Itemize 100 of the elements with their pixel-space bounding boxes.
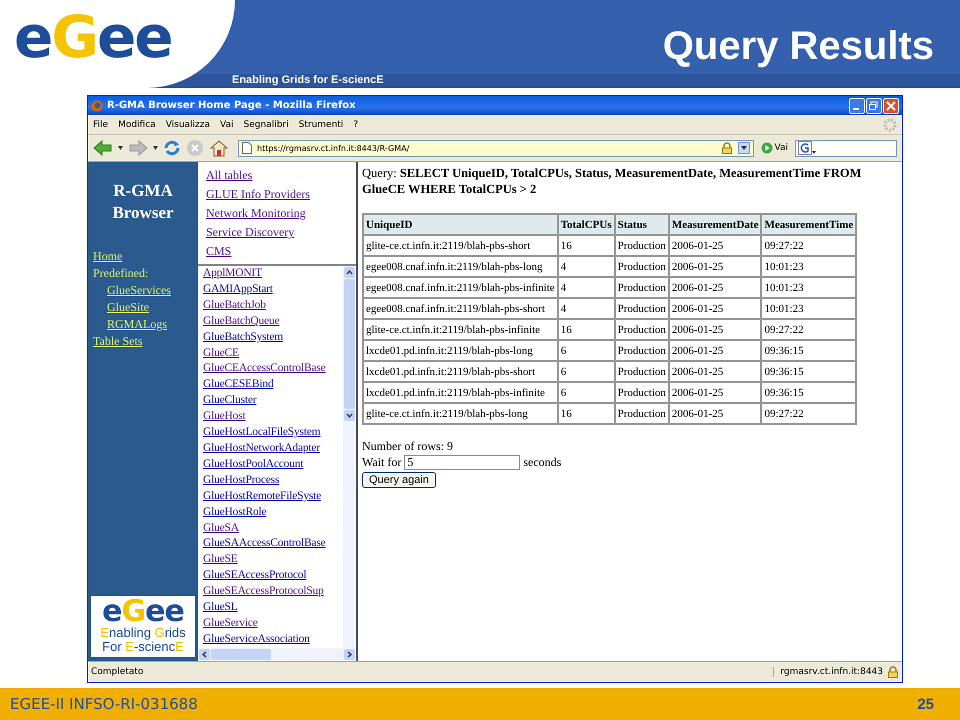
table-cell: 4 bbox=[558, 277, 615, 298]
back-arrow-icon[interactable] bbox=[93, 139, 113, 157]
table-cell: 2006-01-25 bbox=[668, 277, 762, 298]
table-link[interactable]: GlueSL bbox=[203, 600, 343, 616]
nav-link[interactable]: Home bbox=[93, 248, 198, 265]
category-link[interactable]: Network Monitoring bbox=[206, 204, 356, 223]
table-link[interactable]: GlueServiceAssociation bbox=[203, 632, 343, 648]
table-link[interactable]: GlueCESEBind bbox=[203, 377, 343, 394]
table-link[interactable]: GlueHostProcess bbox=[203, 472, 343, 489]
column-header: MeasurementTime bbox=[761, 214, 856, 235]
menu-item[interactable]: ? bbox=[353, 120, 358, 130]
query-again-button[interactable]: Query again bbox=[362, 472, 436, 488]
table-cell: 2006-01-25 bbox=[668, 361, 762, 382]
dropdown-arrow-icon[interactable] bbox=[118, 146, 123, 150]
table-cell: 09:36:15 bbox=[761, 382, 856, 403]
table-cell: lxcde01.pd.infn.it:2119/blah-pbs-infinite bbox=[363, 382, 558, 403]
table-link[interactable]: ApplMONIT bbox=[203, 266, 343, 282]
vertical-scrollbar[interactable] bbox=[343, 266, 356, 648]
table-link[interactable]: GlueSA bbox=[203, 520, 343, 536]
table-cell: 2006-01-25 bbox=[668, 340, 762, 361]
sidebar-heading: R-GMA Browser bbox=[111, 180, 175, 224]
scroll-right-icon bbox=[344, 649, 355, 660]
url-text: https://rgmasrv.ct.infn.it:8443/R-GMA/ bbox=[257, 144, 410, 152]
column-header: Status bbox=[614, 214, 669, 235]
menu-item[interactable]: Modifica bbox=[118, 120, 156, 130]
page-icon bbox=[242, 142, 252, 154]
menu-item[interactable]: File bbox=[93, 120, 108, 130]
table-cell: 6 bbox=[558, 340, 615, 361]
column-header: TotalCPUs bbox=[558, 214, 615, 235]
go-button[interactable]: Vai bbox=[758, 142, 790, 154]
status-text: Completato bbox=[91, 667, 144, 677]
logo-caption: For E-sciencE bbox=[101, 640, 185, 654]
table-link[interactable]: GlueSEAccessProtocol bbox=[203, 568, 343, 584]
table-cell: 10:01:23 bbox=[761, 298, 856, 319]
table-link[interactable]: GlueService bbox=[203, 616, 343, 632]
table-link[interactable]: GlueCEAccessControlBase bbox=[203, 361, 343, 378]
home-icon[interactable] bbox=[209, 139, 229, 157]
logo-text: eGee bbox=[14, 8, 172, 66]
menu-item[interactable]: Segnalibri bbox=[244, 120, 289, 130]
table-cell: 09:27:22 bbox=[761, 403, 856, 424]
table-cell: egee008.cnaf.infn.it:2119/blah-pbs-infinite bbox=[363, 277, 558, 298]
category-link[interactable]: GLUE Info Providers bbox=[206, 185, 356, 204]
table-link[interactable]: GlueHost bbox=[203, 409, 343, 426]
table-cell: 09:36:15 bbox=[761, 340, 856, 361]
menu-item[interactable]: Visualizza bbox=[166, 120, 210, 130]
address-bar[interactable]: https://rgmasrv.ct.infn.it:8443/R-GMA/ bbox=[238, 140, 754, 156]
minimize-button[interactable] bbox=[849, 98, 865, 114]
dropdown-arrow-icon[interactable] bbox=[153, 146, 158, 150]
table-link[interactable]: GAMIAppStart bbox=[203, 282, 343, 298]
wait-input[interactable]: 5 bbox=[404, 454, 520, 470]
table-link[interactable]: GlueHostRemoteFileSyste bbox=[203, 488, 343, 505]
menu-item[interactable]: Vai bbox=[220, 120, 234, 130]
horizontal-scrollbar[interactable] bbox=[198, 648, 356, 661]
table-link[interactable]: GlueSE bbox=[203, 552, 343, 568]
maximize-button[interactable] bbox=[866, 98, 882, 114]
table-link[interactable]: GlueHostPoolAccount bbox=[203, 456, 343, 473]
nav-link[interactable]: GlueSite bbox=[107, 299, 198, 316]
table-cell: Production bbox=[614, 361, 669, 382]
reload-icon[interactable] bbox=[163, 139, 181, 157]
nav-link[interactable]: Table Sets bbox=[93, 333, 198, 350]
table-link[interactable]: GlueHostLocalFileSystem bbox=[203, 425, 343, 441]
table-cell: egee008.cnaf.infn.it:2119/blah-pbs-short bbox=[363, 298, 558, 319]
close-button[interactable] bbox=[883, 98, 899, 114]
table-link[interactable]: GlueHostNetworkAdapter bbox=[203, 440, 343, 457]
table-cell: 2006-01-25 bbox=[668, 256, 762, 277]
table-cell: Production bbox=[614, 298, 669, 319]
table-link[interactable]: GlueCE bbox=[203, 346, 343, 362]
table-link[interactable]: GlueSAAccessControlBase bbox=[203, 536, 343, 552]
nav-link[interactable]: GlueServices bbox=[107, 282, 198, 299]
footer-text: EGEE-II INFSO-RI-031688 bbox=[10, 695, 198, 713]
table-cell: Production bbox=[614, 256, 669, 277]
table-link[interactable]: GlueHostRole bbox=[203, 504, 343, 520]
table-cell: 16 bbox=[558, 235, 615, 256]
table-cell: 2006-01-25 bbox=[668, 319, 762, 340]
table-cell: 2006-01-25 bbox=[668, 382, 762, 403]
forward-arrow-icon[interactable] bbox=[128, 139, 148, 157]
table-link[interactable]: GlueBatchSystem bbox=[203, 330, 343, 346]
menu-item[interactable]: Strumenti bbox=[298, 120, 344, 130]
slide-title: Query Results bbox=[662, 24, 934, 69]
scroll-up-icon bbox=[344, 267, 355, 278]
search-field[interactable] bbox=[795, 140, 897, 156]
category-link[interactable]: Service Discovery bbox=[206, 223, 356, 242]
table-cell: 2006-01-25 bbox=[668, 298, 762, 319]
scroll-thumb[interactable] bbox=[211, 649, 271, 660]
tagline: Enabling Grids for E-sciencE bbox=[232, 74, 384, 86]
table-cell: 2006-01-25 bbox=[668, 235, 762, 256]
table-link[interactable]: GlueBatchJob bbox=[203, 298, 343, 314]
table-link[interactable]: GlueCluster bbox=[203, 393, 343, 410]
category-link[interactable]: CMS bbox=[206, 242, 356, 261]
padlock-icon bbox=[720, 142, 733, 154]
scroll-thumb[interactable] bbox=[344, 279, 355, 409]
logo-text: eGee bbox=[102, 598, 184, 626]
table-cell: 2006-01-25 bbox=[668, 403, 762, 424]
table-cell: Production bbox=[614, 382, 669, 403]
table-cell: glite-ce.ct.infn.it:2119/blah-pbs-long bbox=[363, 403, 558, 424]
table-cell: 4 bbox=[558, 298, 615, 319]
category-link[interactable]: All tables bbox=[206, 166, 356, 185]
nav-link[interactable]: RGMALogs bbox=[107, 316, 198, 333]
table-link[interactable]: GlueSEAccessProtocolSup bbox=[203, 584, 343, 600]
table-link[interactable]: GlueBatchQueue bbox=[203, 314, 343, 330]
